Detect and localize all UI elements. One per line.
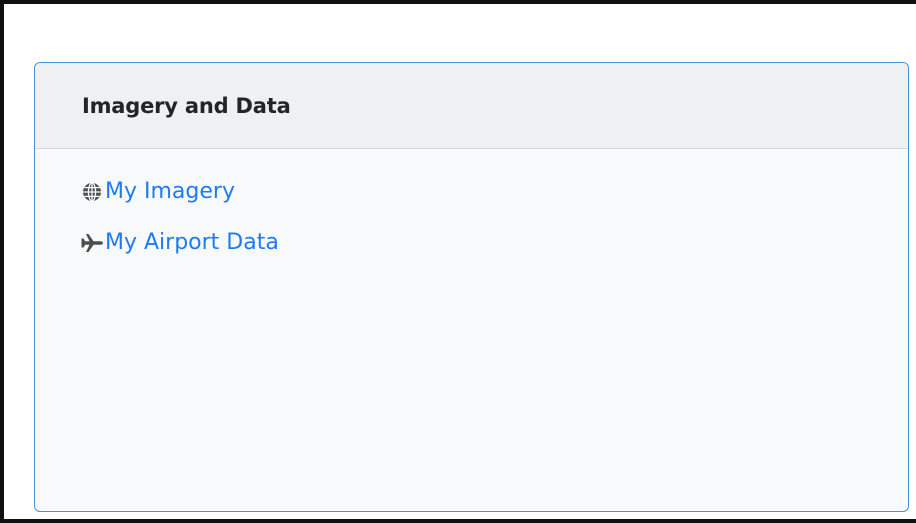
- window-frame: Imagery and Data My Imagery My Airport D…: [0, 0, 916, 523]
- my-imagery-link[interactable]: My Imagery: [105, 181, 235, 203]
- link-my-imagery[interactable]: My Imagery: [81, 179, 908, 205]
- my-airport-data-link[interactable]: My Airport Data: [105, 232, 279, 254]
- panel-title: Imagery and Data: [82, 93, 291, 118]
- panel-header: Imagery and Data: [35, 63, 908, 149]
- imagery-data-panel: Imagery and Data My Imagery My Airport D…: [34, 62, 909, 512]
- plane-icon: [81, 232, 103, 254]
- globe-icon: [81, 181, 103, 203]
- panel-body: My Imagery My Airport Data: [35, 149, 908, 256]
- link-my-airport-data[interactable]: My Airport Data: [81, 230, 908, 256]
